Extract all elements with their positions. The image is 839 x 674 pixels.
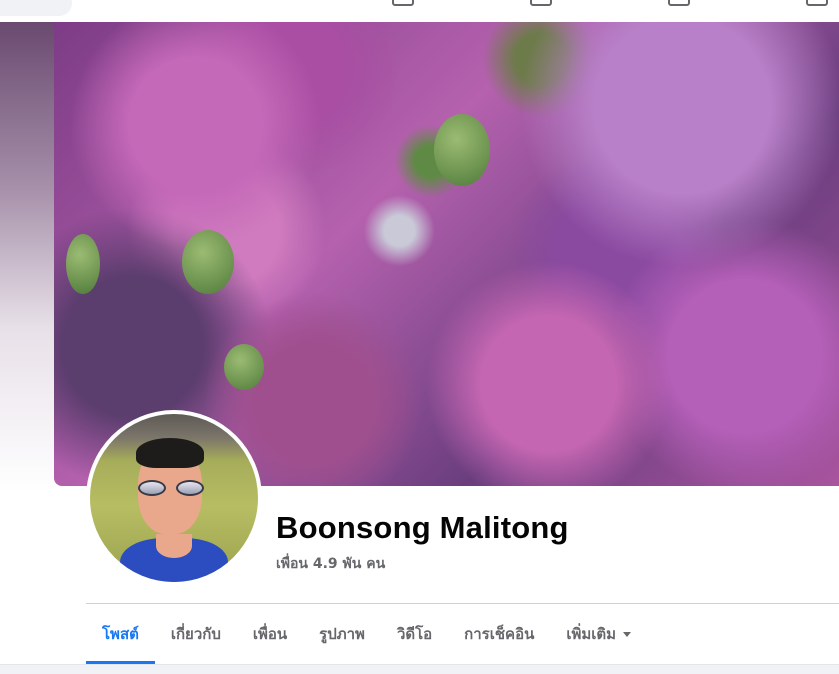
friends-count[interactable]: เพื่อน 4.9 พัน คน	[276, 553, 385, 575]
profile-name: Boonsong Malitong	[276, 510, 569, 545]
tab-more[interactable]: เพิ่มเติม	[550, 604, 647, 664]
content-area-top	[0, 664, 839, 674]
tab-friends[interactable]: เพื่อน	[237, 604, 303, 664]
groups-icon[interactable]	[530, 0, 552, 6]
tab-photos[interactable]: รูปภาพ	[303, 604, 381, 664]
gaming-icon[interactable]	[668, 0, 690, 6]
tab-about[interactable]: เกี่ยวกับ	[155, 604, 237, 664]
tab-posts[interactable]: โพสต์	[86, 604, 155, 664]
tab-check-ins[interactable]: การเช็คอิน	[448, 604, 550, 664]
left-cover-shade	[0, 22, 54, 492]
profile-picture[interactable]	[90, 414, 258, 582]
menu-icon[interactable]	[806, 0, 828, 6]
search-bar[interactable]	[0, 0, 72, 16]
profile-tabs: โพสต์ เกี่ยวกับ เพื่อน รูปภาพ วิดีโอ การ…	[86, 604, 647, 664]
caret-down-icon	[623, 631, 632, 637]
top-navigation-bar	[0, 0, 839, 22]
marketplace-icon[interactable]	[392, 0, 414, 6]
tab-videos[interactable]: วิดีโอ	[381, 604, 448, 664]
